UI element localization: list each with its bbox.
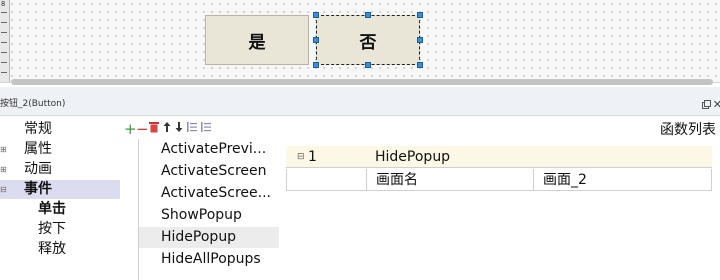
- tree-item-click[interactable]: 单击: [0, 200, 120, 219]
- resize-handle-top[interactable]: [365, 12, 371, 18]
- collapse-icon[interactable]: ⊟: [0, 180, 9, 199]
- function-list[interactable]: ActivatePrevi... ActivateScreen Activate…: [138, 139, 284, 280]
- resize-handle-top-left[interactable]: [313, 12, 319, 18]
- ruler-number: 8: [1, 0, 6, 8]
- tree-item-label: 按下: [38, 221, 66, 237]
- function-list-label: 函数列表: [660, 122, 716, 138]
- assigned-function-table: ⊟ 1 HidePopup 画面名 画面_2: [286, 146, 713, 192]
- collapse-all-icon[interactable]: [187, 121, 197, 137]
- parameter-row[interactable]: 画面名 画面_2: [286, 169, 712, 191]
- function-item-label: HideAllPopups: [161, 251, 261, 267]
- parameter-value[interactable]: 画面_2: [543, 169, 587, 191]
- function-item-selected[interactable]: HidePopup: [139, 227, 279, 248]
- canvas-button-yes-label: 是: [248, 32, 266, 53]
- function-item[interactable]: ActivateScreen: [139, 161, 279, 182]
- horizontal-scrollbar[interactable]: [9, 78, 720, 86]
- resize-handle-bottom-left[interactable]: [313, 62, 319, 68]
- column-divider: [533, 169, 534, 191]
- add-icon[interactable]: +: [124, 121, 137, 137]
- resize-handle-left[interactable]: [313, 37, 319, 43]
- function-item[interactable]: HideAllPopups: [139, 249, 279, 270]
- resize-handle-bottom[interactable]: [365, 62, 371, 68]
- canvas-button-no-label: 否: [359, 32, 377, 53]
- close-icon[interactable]: ✕: [713, 98, 720, 111]
- canvas-button-yes[interactable]: 是: [205, 15, 309, 65]
- resize-handle-right[interactable]: [417, 37, 423, 43]
- tree-item-label: 释放: [38, 241, 66, 257]
- tree-item-events[interactable]: ⊟ 事件: [0, 180, 120, 199]
- ruler-tick: [1, 22, 7, 23]
- ruler-tick: [1, 62, 7, 63]
- ruler-tick: [1, 52, 7, 53]
- function-item[interactable]: ActivatePrevi...: [139, 139, 279, 160]
- function-item-label: ActivatePrevi...: [161, 141, 267, 157]
- tree-item-press[interactable]: 按下: [0, 220, 120, 239]
- property-panel-header: 按钮_2(Button) ✕: [0, 87, 720, 116]
- move-down-icon[interactable]: [175, 121, 183, 137]
- parameter-name: 画面名: [376, 172, 418, 188]
- function-row-index: 1: [308, 149, 317, 165]
- ruler-tick: [1, 12, 7, 13]
- tree-item-properties[interactable]: ⊞ 属性: [0, 140, 120, 159]
- function-item[interactable]: ActivateScree...: [139, 183, 279, 204]
- tree-item-label: 属性: [24, 141, 52, 157]
- canvas-button-no[interactable]: 否: [316, 15, 420, 65]
- vertical-ruler: 8: [0, 0, 10, 82]
- tree-item-label: 事件: [24, 181, 52, 197]
- function-row[interactable]: ⊟ 1 HidePopup: [286, 146, 712, 168]
- ruler-tick: [1, 72, 7, 73]
- column-divider: [366, 169, 367, 191]
- tree-item-release[interactable]: 释放: [0, 240, 120, 259]
- tree-item-label: 常规: [24, 121, 52, 137]
- float-window-icon[interactable]: [702, 100, 711, 112]
- expand-all-icon[interactable]: [201, 121, 211, 137]
- collapse-icon[interactable]: ⊟: [297, 146, 305, 168]
- panel-title: 按钮_2(Button): [0, 99, 66, 109]
- design-canvas[interactable]: 8 是 否: [0, 0, 720, 83]
- ruler-tick: [1, 42, 7, 43]
- tree-item-animation[interactable]: ⊞ 动画: [0, 160, 120, 179]
- tree-item-label: 动画: [24, 161, 52, 177]
- function-item-label: ActivateScree...: [161, 185, 271, 201]
- function-item[interactable]: ShowPopup: [139, 205, 279, 226]
- tree-item-general[interactable]: 常规: [0, 120, 120, 139]
- expand-icon[interactable]: ⊞: [0, 140, 9, 159]
- delete-icon[interactable]: [149, 121, 159, 137]
- remove-icon[interactable]: −: [136, 121, 149, 137]
- function-item-label: HidePopup: [161, 229, 237, 245]
- ruler-tick: [1, 32, 7, 33]
- scrollbar-thumb[interactable]: [11, 79, 713, 85]
- function-item-label: ActivateScreen: [161, 163, 267, 179]
- resize-handle-top-right[interactable]: [417, 12, 423, 18]
- tree-item-label: 单击: [38, 201, 66, 217]
- move-up-icon[interactable]: [163, 121, 171, 137]
- category-tree: 常规 ⊞ 属性 ⊞ 动画 ⊟ 事件 单击 按下 释放: [0, 120, 122, 280]
- expand-icon[interactable]: ⊞: [0, 160, 9, 179]
- function-row-name: HidePopup: [375, 149, 451, 165]
- resize-handle-bottom-right[interactable]: [417, 62, 423, 68]
- function-item-label: ShowPopup: [161, 207, 242, 223]
